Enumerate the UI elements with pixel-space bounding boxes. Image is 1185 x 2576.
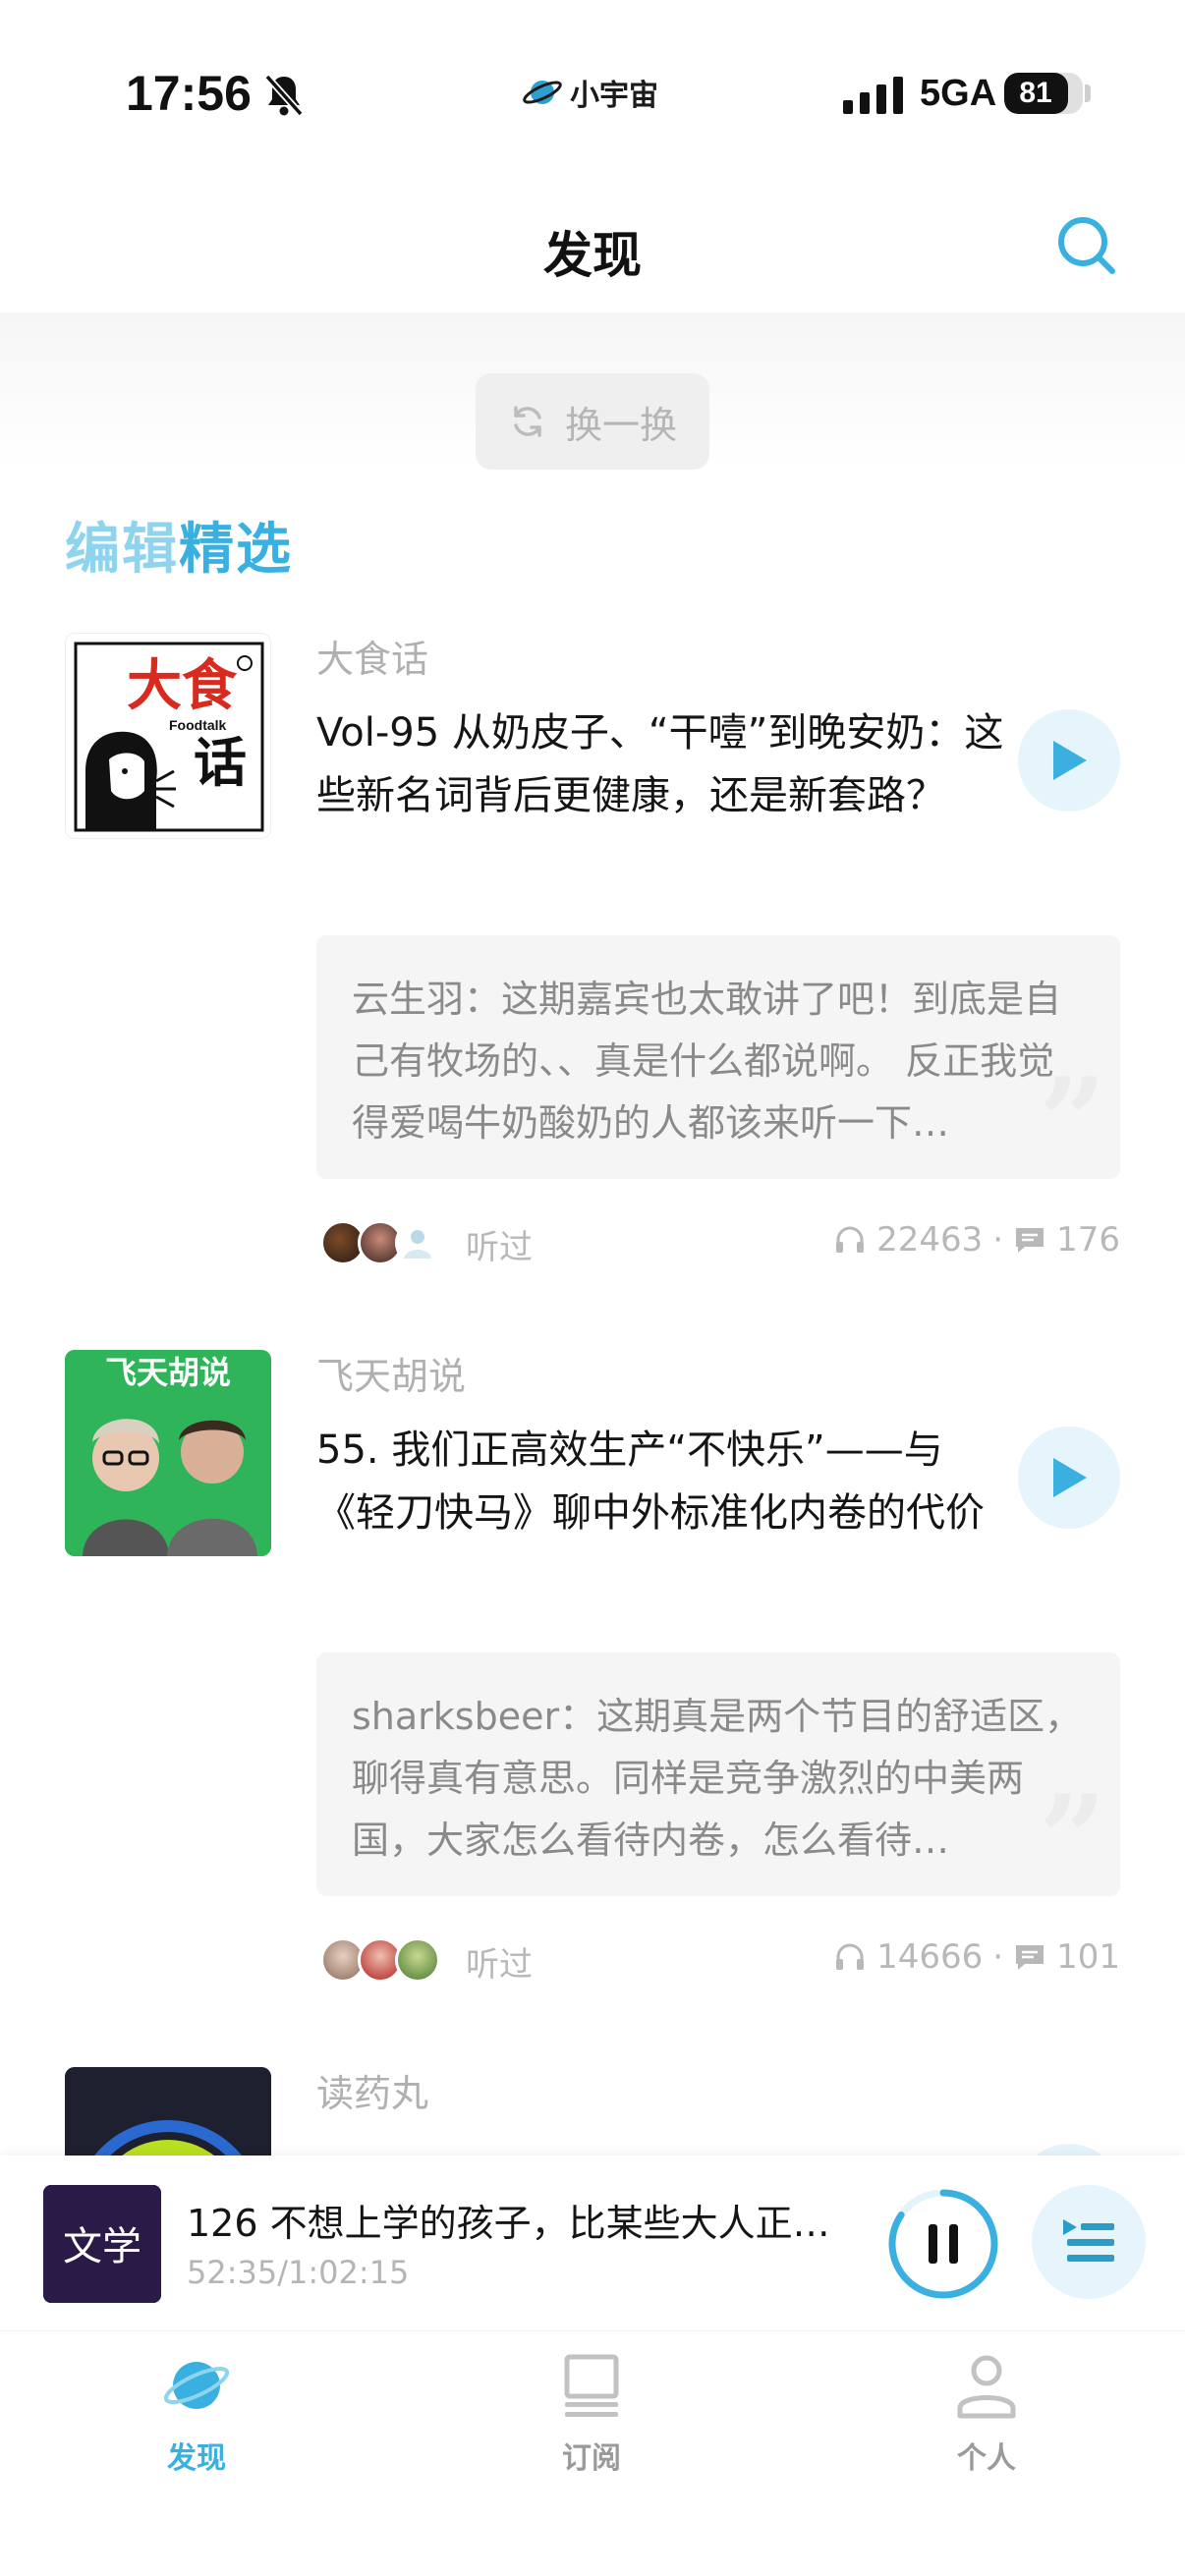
now-playing-time: 52:35/1:02:15 [187,2254,410,2291]
play-button[interactable] [1018,2144,1120,2156]
stat-separator: · [992,1937,1004,1977]
planet-icon [523,81,562,104]
comment-separator: ： [464,978,502,1021]
play-button[interactable] [1018,709,1120,812]
playlist-button[interactable] [1032,2185,1146,2299]
play-icon [1053,741,1087,780]
play-count: 22463 [876,1220,984,1260]
tab-label: 订阅 [562,2441,621,2476]
episode-stats: 22463 · 176 [833,1220,1120,1260]
status-time: 17:56 [126,66,252,121]
page-title: 发现 [543,227,642,284]
cover-title-text: 飞天胡说 [105,1354,231,1391]
episode-stats: 14666 · 101 [833,1937,1120,1977]
podcast-name[interactable]: 读药丸 [316,2063,428,2117]
mini-player[interactable]: 文学 126 不想上学的孩子，比某些大人正… 52:35/1:02:15 [0,2156,1185,2330]
podcast-cover[interactable]: 大食 Foodtalk 话 [65,633,271,839]
now-playing-title[interactable]: 126 不想上学的孩子，比某些大人正… [187,2193,835,2247]
section-title-part2: 精选 [179,518,293,582]
refresh-button[interactable]: 换一换 [476,373,709,470]
now-playing-cover[interactable]: 文学 [43,2185,161,2303]
cover-hua-text: 话 [194,732,247,794]
cover-title-text: 大食 [127,654,238,718]
episode-title[interactable]: Vol-95 从奶皮子、“干噎”到晚安奶：这些新名词背后更健康，还是新套路？ [316,701,1004,827]
comment-separator: ： [559,1695,597,1738]
playlist-icon [1063,2219,1114,2262]
episode-meta: 听过 22463 · 176 [316,1212,1120,1271]
planet-icon [163,2362,230,2409]
cover-sub-text: Foodtalk [169,717,227,733]
quote-icon: ” [1038,1769,1106,1897]
comment-icon [1016,1945,1044,1970]
play-button[interactable] [1018,1427,1120,1529]
discover-feed[interactable]: 换一换 编辑精选 大食 Foodtalk 话 大食话 Vol-95 从奶皮子、“… [0,312,1185,2156]
listened-label: 听过 [466,1945,533,1985]
comment-text: 云生羽：这期嘉宾也太敢讲了吧！到底是自己有牧场的、、真是什么都说啊。 反正我觉得… [352,969,1089,1154]
cover-art: 飞天胡说 [65,1350,271,1556]
cover-art: 大食 Foodtalk 话 [74,642,264,832]
cover-art: 文学 [43,2185,161,2303]
tab-label: 个人 [957,2441,1016,2476]
avatar [395,1220,440,1265]
bell-off-icon [264,74,304,117]
subscription-icon [564,2354,619,2417]
quote-icon: ” [1038,1052,1106,1180]
cover-art [65,2067,271,2156]
comment-count: 176 [1056,1220,1120,1260]
headphones-icon [836,1943,865,1970]
comment-text: sharksbeer：这期真是两个节目的舒适区，聊得真有意思。同样是竞争激烈的中… [352,1686,1089,1872]
brand-name: 小宇宙 [570,79,658,113]
network-type: 5GA [920,73,997,114]
episode-title[interactable]: 55. 我们正高效生产“不快乐”——与《轻刀快马》聊中外标准化内卷的代价 [316,1419,1004,1544]
tab-bar: 发现 订阅 个人 [0,2330,1185,2576]
featured-comment[interactable]: sharksbeer：这期真是两个节目的舒适区，聊得真有意思。同样是竞争激烈的中… [316,1652,1120,1896]
headphones-icon [836,1226,865,1253]
comment-author: 云生羽 [352,978,465,1021]
stat-separator: · [992,1220,1004,1260]
section-title-part1: 编辑 [65,518,179,582]
play-count: 14666 [876,1937,984,1977]
status-bar: 17:56 小宇宙 5GA 81 [0,0,1185,187]
tab-subscription[interactable]: 订阅 [493,2351,690,2489]
episode-meta: 听过 14666 · 101 [316,1930,1120,1988]
mini-cover-text: 文学 [63,2224,141,2269]
person-icon [957,2355,1016,2419]
battery-icon: 81 [1004,73,1083,114]
tab-label: 发现 [167,2441,226,2476]
listened-label: 听过 [466,1228,533,1267]
pause-icon [929,2224,937,2264]
signal-icon [843,77,903,114]
comment-count: 101 [1056,1937,1120,1977]
play-icon [1053,1458,1087,1497]
default-avatar-icon [404,1230,431,1259]
search-icon[interactable] [1051,210,1122,281]
podcast-cover[interactable] [65,2067,271,2156]
battery-tip [1085,84,1091,102]
pause-button[interactable] [884,2185,1002,2303]
battery-level: 81 [1019,77,1052,109]
avatar [395,1937,440,1983]
featured-comment[interactable]: 云生羽：这期嘉宾也太敢讲了吧！到底是自己有牧场的、、真是什么都说啊。 反正我觉得… [316,935,1120,1179]
refresh-label: 换一换 [564,403,677,447]
section-title: 编辑精选 [65,505,293,585]
tab-profile[interactable]: 个人 [888,2351,1085,2489]
podcast-cover[interactable]: 飞天胡说 [65,1350,271,1556]
refresh-icon [514,406,541,437]
comment-icon [1016,1228,1044,1253]
tab-discover[interactable]: 发现 [98,2351,295,2489]
comment-author: sharksbeer [352,1695,560,1738]
podcast-name[interactable]: 大食话 [316,629,428,683]
podcast-name[interactable]: 飞天胡说 [316,1346,466,1400]
brand-logo: 小宇宙 [521,71,658,114]
